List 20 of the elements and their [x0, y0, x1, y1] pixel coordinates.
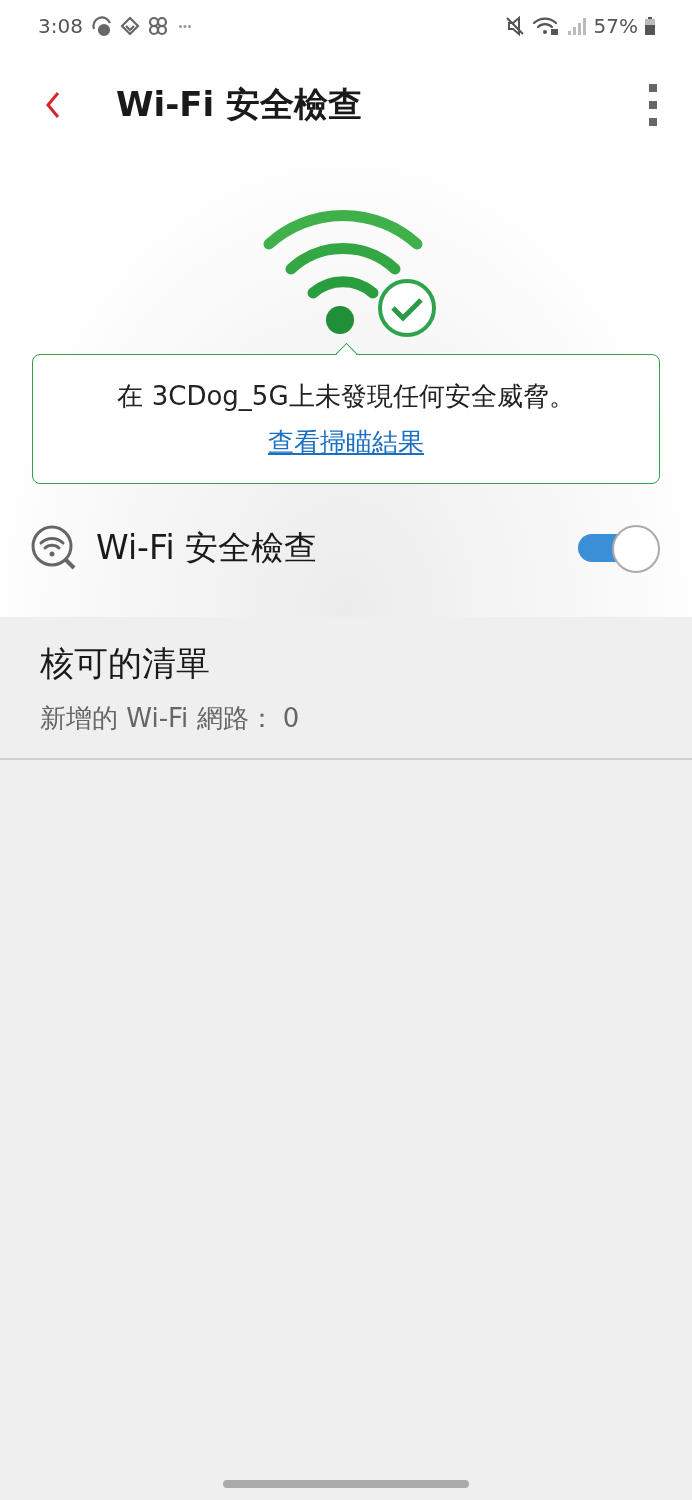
more-options-icon [648, 83, 658, 127]
page-title: Wi-Fi 安全檢查 [116, 83, 362, 126]
more-notifications-icon [178, 24, 191, 28]
wifi-search-icon [30, 524, 78, 572]
pinwheel-notification-icon [146, 15, 169, 37]
battery-icon [644, 15, 656, 37]
approved-list-count: 新增的 Wi-Fi 網路： 0 [40, 702, 301, 735]
status-time: 3:08 [38, 14, 83, 38]
back-icon [44, 90, 62, 120]
mute-icon [503, 15, 526, 37]
result-message: 在 3CDog_5G上未發現任何安全威脅。 查看掃瞄結果 [116, 380, 576, 459]
wifi-icon [531, 15, 560, 37]
signal-icon [565, 15, 588, 37]
approved-list-title: 核可的清單 [40, 642, 211, 685]
approved-list-item[interactable]: 核可的清單 新增的 Wi-Fi 網路： 0 [0, 617, 692, 760]
view-results-link[interactable]: 查看掃瞄結果 [268, 427, 424, 457]
toggle-label: Wi-Fi 安全檢查 [96, 526, 318, 569]
battery-percent: 57% [593, 14, 638, 38]
diamond-notification-icon [118, 15, 141, 37]
wifi-check-switch[interactable] [578, 525, 660, 571]
